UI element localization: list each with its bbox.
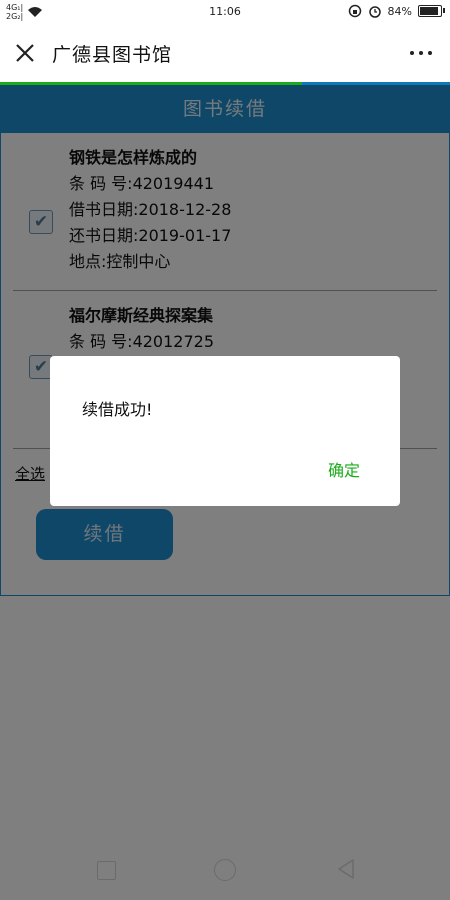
dialog-ok-button[interactable]: 确定 bbox=[328, 457, 360, 481]
close-icon[interactable] bbox=[12, 40, 38, 66]
system-nav-bar bbox=[0, 840, 450, 900]
lock-rotation-icon bbox=[348, 4, 361, 18]
home-icon[interactable] bbox=[214, 859, 236, 881]
dialog-message: 续借成功! bbox=[82, 400, 153, 419]
success-dialog: 续借成功! 确定 bbox=[50, 356, 400, 506]
app-bar: 广德县图书馆 bbox=[0, 24, 450, 82]
recents-icon[interactable] bbox=[97, 861, 116, 880]
more-icon[interactable] bbox=[410, 51, 432, 55]
status-bar: 4G₁| 2G₂| 11:06 84% bbox=[0, 0, 450, 24]
battery-percent: 84% bbox=[387, 4, 412, 18]
back-icon[interactable] bbox=[336, 858, 356, 880]
app-title: 广德县图书馆 bbox=[52, 44, 173, 66]
battery-icon bbox=[418, 5, 445, 17]
alarm-icon bbox=[368, 6, 381, 18]
